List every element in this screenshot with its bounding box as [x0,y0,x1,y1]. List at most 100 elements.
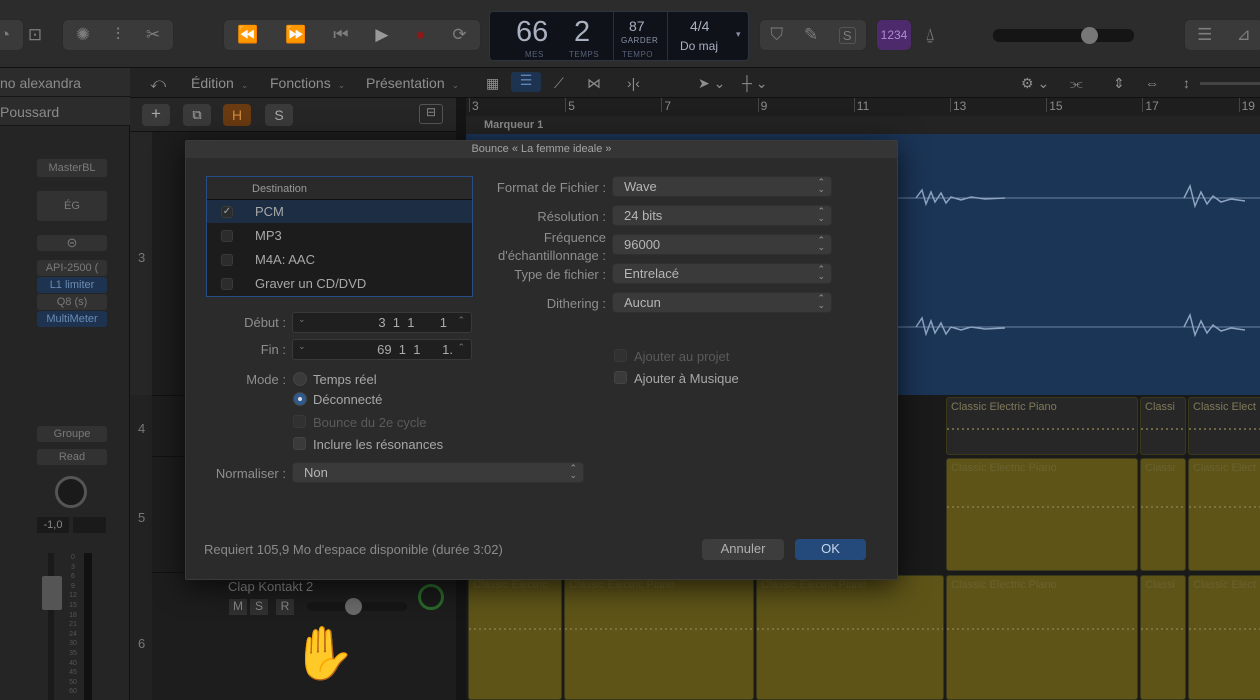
midi-region[interactable]: Classic Elect [1188,575,1260,700]
plugin-slot[interactable]: Q8 (s) [37,294,107,310]
aac-checkbox[interactable] [221,254,233,266]
solo-track-button[interactable]: S [250,599,268,615]
fit-vertical-icon[interactable]: ⇕ [1113,75,1125,92]
volume-fader-handle[interactable] [42,576,62,610]
duplicate-track-icon[interactable]: ⧉ [183,104,211,126]
zoom-vertical-icon[interactable]: ↕ [1183,75,1190,91]
mixer-icon[interactable]: ⫶ [116,25,120,45]
include-tails-checkbox[interactable] [293,437,306,450]
notepad-icon[interactable]: ⊿ [1237,25,1251,45]
rewind-icon[interactable]: ⏪ [237,25,258,45]
cancel-button[interactable]: Annuler [702,539,784,560]
zoom-slider[interactable] [1200,82,1260,85]
eq-slot[interactable]: ÉG [37,191,107,221]
chevron-down-icon[interactable]: ⌄ [298,341,306,352]
destination-pcm[interactable]: ✓ PCM [207,200,472,223]
inbox-button[interactable]: ⊡ [22,19,48,51]
record-enable-button[interactable]: R [276,599,294,615]
midi-region[interactable]: Classi [1140,575,1186,700]
marker-label[interactable]: Marqueur 1 [484,119,543,131]
play-icon[interactable]: ▶ [375,25,388,45]
settings-icon[interactable]: ✺ [76,25,90,45]
library-button[interactable]: ◔ [0,19,24,51]
midi-region[interactable]: Classic Electric Piano [564,575,754,700]
back-icon[interactable]: ⤺ [150,75,166,92]
destination-aac[interactable]: M4A: AAC [207,248,472,271]
mute-button[interactable]: M [229,599,247,615]
plugin-slot[interactable]: L1 limiter [37,277,107,293]
track-settings-icon[interactable]: ⊟ [419,104,443,124]
midi-region[interactable]: Classi [1140,458,1186,571]
end-field[interactable]: ⌄ 69 1 1 1. ⌃ [292,339,472,360]
shield-icon[interactable]: ⛉ [770,25,783,45]
cd-checkbox[interactable] [221,278,233,290]
destination-cd[interactable]: Graver un CD/DVD [207,272,472,295]
format-popup[interactable]: Wave ⌃ ⌄ [612,176,832,197]
add-to-project-checkbox[interactable] [614,349,627,362]
track-volume-knob[interactable] [345,598,362,615]
gear-icon[interactable]: ⚙ ⌄ [1021,75,1049,92]
track-pan-knob[interactable] [418,584,444,610]
menu-view[interactable]: Présentation ⌄ [366,75,459,91]
count-in-button[interactable]: 1234 [876,19,912,51]
region-header[interactable]: no alexandra [0,68,130,97]
metronome-button[interactable]: ⍙ [914,19,946,51]
midi-region[interactable]: Classic Elect [1188,458,1260,571]
master-volume-knob[interactable] [1081,27,1098,44]
solo-button[interactable]: S [265,104,293,126]
midi-region[interactable]: Classic Elect [1188,397,1260,455]
chevron-up-icon[interactable]: ⌃ [457,342,465,353]
midi-region[interactable]: Classi [1140,397,1186,455]
pcm-checkbox[interactable]: ✓ [221,206,233,218]
list-icon[interactable]: ☰ [1197,25,1212,45]
normalize-popup[interactable]: Non ⌃ ⌄ [292,462,584,483]
lcd-display[interactable]: 66 2 MES TEMPS 87 GARDER TEMPO 4/4 Do ma… [489,11,749,62]
solo-mode-icon[interactable]: S [838,26,856,44]
track-header[interactable]: Poussard [0,97,130,126]
midi-region[interactable]: Classic Electric Piano [946,397,1138,455]
dithering-popup[interactable]: Aucun ⌃ ⌄ [612,292,832,313]
file-type-popup[interactable]: Entrelacé ⌃ ⌄ [612,263,832,284]
flex-icon[interactable]: ⋈ [587,75,601,92]
midi-region[interactable]: Classic Electric Piano [756,575,944,700]
destination-mp3[interactable]: MP3 [207,224,472,247]
track-name[interactable]: Clap Kontakt 2 [228,579,313,594]
to-start-icon[interactable]: ⏮ [333,25,348,45]
pointer-tool-icon[interactable]: ➤ ⌄ [698,75,725,92]
automation-mode[interactable]: Read [37,449,107,465]
start-field[interactable]: ⌄ 3 1 1 1 ⌃ [292,312,472,333]
plugin-slot[interactable]: MultiMeter [37,311,107,327]
cycle-icon[interactable]: ⟳ [452,25,466,45]
menu-functions[interactable]: Fonctions ⌄ [270,75,345,91]
ruler[interactable]: 3 5 7 9 11 13 15 17 19 Marqueur 1 [466,98,1260,134]
add-track-button[interactable]: + [142,104,170,126]
grid-icon[interactable]: ▦ [486,75,499,92]
hide-button[interactable]: H [223,104,251,126]
pencil-icon[interactable]: ✎ [804,25,818,45]
add-to-music-checkbox[interactable] [614,371,627,384]
chevron-up-icon[interactable]: ⌃ [457,315,465,326]
bounce-cycle-checkbox[interactable] [293,415,306,428]
automation-icon[interactable]: ⟋ [554,75,564,92]
sample-rate-popup[interactable]: 96000 ⌃ ⌄ [612,234,832,255]
plugin-slot[interactable]: API-2500 ( [37,260,107,276]
menu-edit[interactable]: Édition ⌄ [191,75,248,91]
link-icon[interactable]: ⊝ [37,235,107,251]
lcd-menu-chevron-icon[interactable]: ▾ [736,29,741,40]
fast-forward-icon[interactable]: ⏩ [285,25,306,45]
midi-region[interactable]: Classic Electric [468,575,562,700]
offline-radio[interactable] [293,392,307,406]
list-view-icon[interactable]: ☰ [511,72,541,92]
add-tool-icon[interactable]: ┼ ⌄ [742,75,768,92]
master-volume-slider[interactable] [993,27,1134,44]
realtime-radio[interactable] [293,372,307,386]
ok-button[interactable]: OK [795,539,866,560]
setting-slot[interactable]: MasterBL [37,159,107,177]
midi-region[interactable]: Classic Electric Piano [946,458,1138,571]
waveform-icon[interactable]: ⫘ [1070,75,1083,92]
fit-horizontal-icon[interactable]: ⇔ [1145,75,1159,91]
chevron-down-icon[interactable]: ⌄ [298,314,306,325]
pan-knob[interactable] [55,476,87,508]
resolution-popup[interactable]: 24 bits ⌃ ⌄ [612,205,832,226]
scissors-icon[interactable]: ✂ [146,25,160,45]
